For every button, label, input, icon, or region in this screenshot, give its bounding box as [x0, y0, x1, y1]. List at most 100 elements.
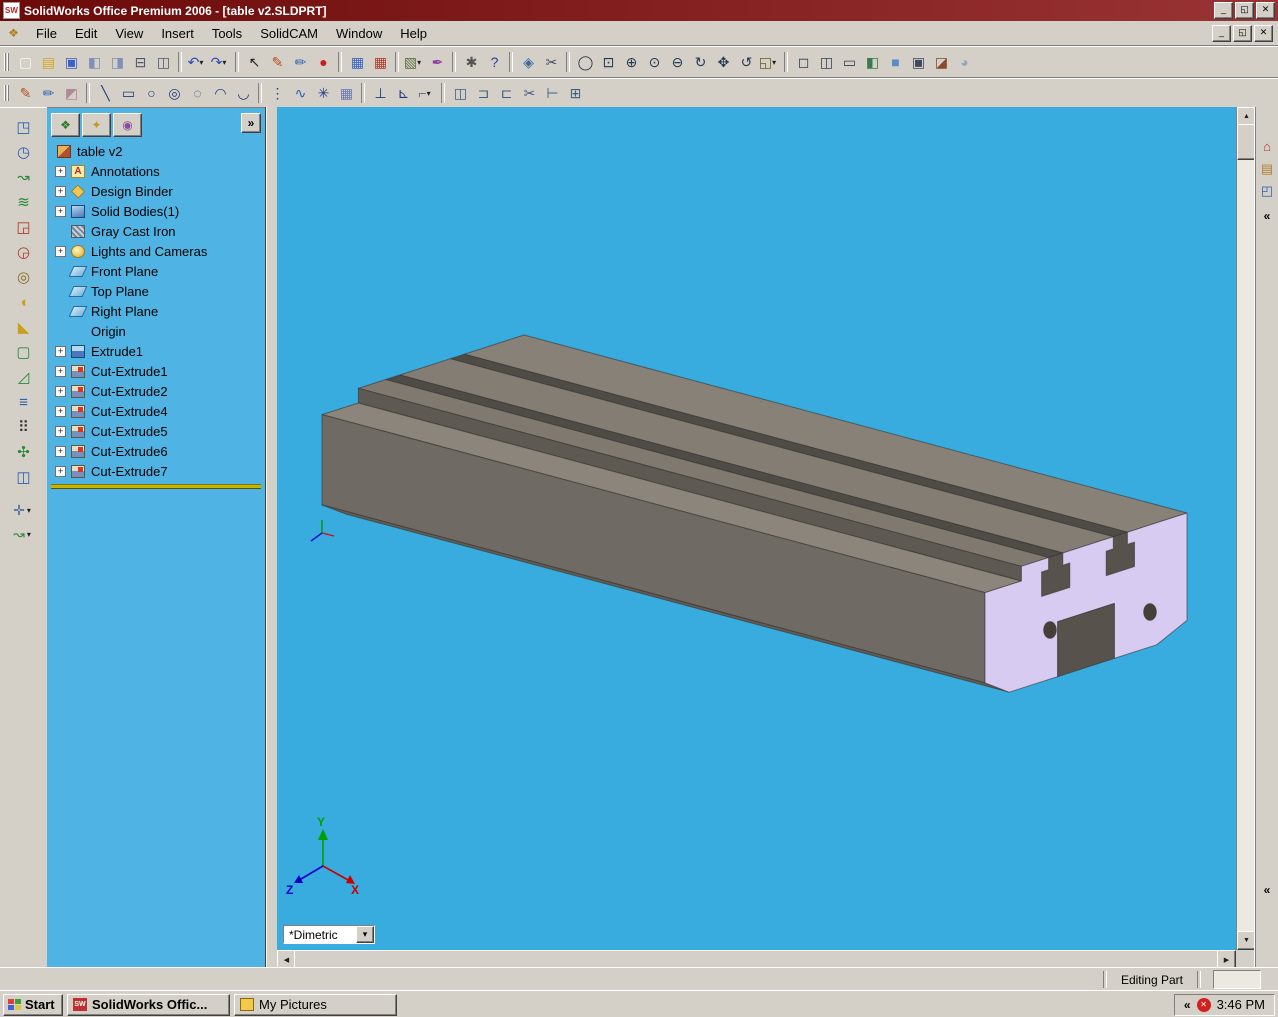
tree-item[interactable]: Cut-Extrude5: [49, 421, 263, 441]
tray-collapse-chevron[interactable]: «: [1184, 998, 1191, 1012]
expand-plus-icon[interactable]: [55, 406, 66, 417]
menu-view[interactable]: View: [106, 23, 152, 44]
menu-help[interactable]: Help: [391, 23, 436, 44]
select[interactable]: ↖: [243, 51, 266, 73]
expand-plus-icon[interactable]: [55, 386, 66, 397]
task-my-pictures[interactable]: My Pictures: [234, 994, 397, 1016]
3d-sketch-edit[interactable]: ✏: [37, 82, 60, 104]
expand-plus-icon[interactable]: [55, 186, 66, 197]
menu-file[interactable]: File: [27, 23, 66, 44]
shell[interactable]: ▢: [10, 340, 37, 365]
expand-plus-icon[interactable]: [55, 346, 66, 357]
scissors[interactable]: ✂: [540, 51, 563, 73]
rectangle[interactable]: ▭: [117, 82, 140, 104]
rotate-view[interactable]: ↻: [689, 51, 712, 73]
ellipse[interactable]: ◌: [186, 82, 209, 104]
combo-dropdown-icon[interactable]: [356, 926, 374, 943]
rib[interactable]: ≡: [10, 390, 37, 415]
print[interactable]: ⊟: [129, 51, 152, 73]
line[interactable]: ╲: [94, 82, 117, 104]
menu-tools[interactable]: Tools: [203, 23, 251, 44]
wireframe[interactable]: ◻: [792, 51, 815, 73]
section-view[interactable]: ◪: [930, 51, 953, 73]
tree-item[interactable]: Right Plane: [49, 301, 263, 321]
chamfer[interactable]: ◣: [10, 315, 37, 340]
dropdown-arrow-icon[interactable]: [222, 58, 230, 67]
tree-item[interactable]: Cut-Extrude4: [49, 401, 263, 421]
circle[interactable]: ○: [140, 82, 163, 104]
trim-entities[interactable]: ✂: [518, 82, 541, 104]
add-relation[interactable]: ⊥: [369, 82, 392, 104]
pan[interactable]: ✥: [712, 51, 735, 73]
zoom-in-out[interactable]: ⊕: [620, 51, 643, 73]
three-point-arc[interactable]: ◡: [232, 82, 255, 104]
extruded-boss[interactable]: ◳: [10, 115, 37, 140]
options[interactable]: ✱: [460, 51, 483, 73]
tree-item[interactable]: Design Binder: [49, 181, 263, 201]
extend-entities[interactable]: ⊢: [541, 82, 564, 104]
menu-edit[interactable]: Edit: [66, 23, 106, 44]
draft[interactable]: ◿: [10, 365, 37, 390]
menu-solidcam[interactable]: SolidCAM: [251, 23, 327, 44]
expand-plus-icon[interactable]: [55, 446, 66, 457]
tangent-arc[interactable]: ◠: [209, 82, 232, 104]
file-explorer[interactable]: ◰: [1257, 179, 1277, 201]
selection-filter[interactable]: ◈: [517, 51, 540, 73]
lofted-boss[interactable]: ≋: [10, 190, 37, 215]
tree-item[interactable]: Front Plane: [49, 261, 263, 281]
dropdown-arrow-icon[interactable]: [27, 506, 35, 515]
perimeter-circle[interactable]: ◎: [163, 82, 186, 104]
tree-item[interactable]: Top Plane: [49, 281, 263, 301]
doc-close-button[interactable]: ✕: [1254, 25, 1273, 42]
rollback-bar[interactable]: [51, 484, 261, 489]
restore-button[interactable]: ◱: [1235, 2, 1254, 19]
task-pane-collapse-chevron-lower[interactable]: «: [1257, 881, 1277, 899]
make-assembly-from-part[interactable]: ◨: [106, 51, 129, 73]
zoom-to-fit[interactable]: ◯: [574, 51, 597, 73]
task-solidworks[interactable]: SolidWorks Offic...: [67, 994, 230, 1016]
3d-sketch[interactable]: ✏: [289, 51, 312, 73]
menu-insert[interactable]: Insert: [152, 23, 203, 44]
circular-pattern[interactable]: ✣: [10, 440, 37, 465]
expand-plus-icon[interactable]: [55, 246, 66, 257]
task-pane-collapse-chevron[interactable]: «: [1257, 207, 1277, 225]
mirror-feature[interactable]: ◫: [10, 465, 37, 490]
tree-item[interactable]: Annotations: [49, 161, 263, 181]
hole-wizard[interactable]: ◎: [10, 265, 37, 290]
model-hole-2[interactable]: [1144, 604, 1157, 621]
tree-item[interactable]: Solid Bodies(1): [49, 201, 263, 221]
minimize-button[interactable]: _: [1214, 2, 1233, 19]
revolved-cut[interactable]: ◶: [10, 240, 37, 265]
reference-geometry-flyout[interactable]: ✛: [4, 498, 44, 522]
hidden-lines-removed[interactable]: ▭: [838, 51, 861, 73]
shaded[interactable]: ■: [884, 51, 907, 73]
revolved-boss[interactable]: ◷: [10, 140, 37, 165]
curves-flyout[interactable]: ↝: [4, 522, 44, 546]
design-library[interactable]: ▤: [1257, 157, 1277, 179]
toolbar-grip[interactable]: [4, 53, 9, 71]
save[interactable]: ▣: [60, 51, 83, 73]
graphics-area[interactable]: Y X Z: [277, 107, 1236, 950]
reference-plane[interactable]: ⌐: [415, 82, 438, 104]
dropdown-arrow-icon[interactable]: [27, 530, 35, 539]
dropdown-arrow-icon[interactable]: [427, 89, 435, 98]
rebuild[interactable]: ●: [312, 51, 335, 73]
panel-collapse-chevron[interactable]: »: [241, 113, 261, 133]
sketch[interactable]: ✎: [266, 51, 289, 73]
zoom-to-selection[interactable]: ⊙: [643, 51, 666, 73]
featuremanager-tab[interactable]: ❖: [51, 113, 80, 137]
mirror-entities[interactable]: ◫: [449, 82, 472, 104]
solidworks-resources[interactable]: ⌂: [1257, 135, 1277, 157]
tree-item[interactable]: Cut-Extrude1: [49, 361, 263, 381]
security-alert-icon[interactable]: [1197, 998, 1211, 1012]
shadows-in-shaded-mode[interactable]: ▣: [907, 51, 930, 73]
realview-graphics[interactable]: ◕: [953, 51, 976, 73]
file-properties[interactable]: ▧: [403, 51, 426, 73]
swept-boss[interactable]: ↝: [10, 165, 37, 190]
undo[interactable]: ↶: [186, 51, 209, 73]
view-orientation-combo[interactable]: *Dimetric: [283, 925, 375, 944]
modify-sketch[interactable]: ◩: [60, 82, 83, 104]
point[interactable]: ✳: [312, 82, 335, 104]
vertical-scrollbar[interactable]: [1236, 107, 1255, 950]
new-document[interactable]: ▢: [14, 51, 37, 73]
